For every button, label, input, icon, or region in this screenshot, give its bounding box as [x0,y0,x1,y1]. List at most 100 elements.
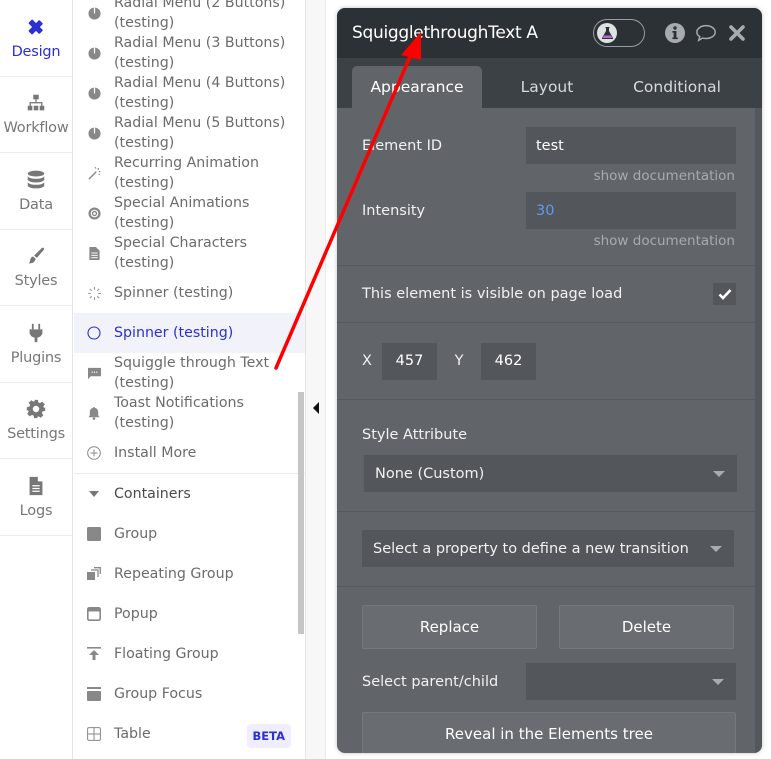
element-id-row: Element ID test [337,108,762,164]
intensity-input[interactable]: 30 [526,192,736,229]
element-group-focus[interactable]: Group Focus [74,674,305,714]
y-label: Y [454,353,464,369]
nav-logs-label: Logs [19,502,53,519]
element-id-label: Element ID [362,137,443,154]
parent-child-dropdown[interactable] [526,663,736,700]
element-special-characters[interactable]: Special Characters (testing) [74,233,305,273]
bell-icon [87,406,101,420]
style-attribute-dropdown[interactable]: None (Custom) [364,455,737,492]
x-label: X [362,353,372,369]
chevron-down-icon [712,678,724,685]
nav-logs[interactable]: Logs [0,459,72,536]
editor-tabs: Appearance Layout Conditional [337,58,762,108]
element-recurring-animation[interactable]: Recurring Animation (testing) [74,153,305,193]
nav-settings[interactable]: Settings [0,383,72,459]
tab-layout[interactable]: Layout [482,66,612,108]
info-icon[interactable] [664,22,686,44]
element-label: Group Focus [114,686,203,702]
element-label: Floating Group [114,646,219,662]
element-label: Toast Notifications [114,395,244,411]
y-input[interactable]: 462 [481,342,536,380]
element-table[interactable]: Table BETA [74,714,305,754]
comment-icon[interactable] [695,22,717,44]
transition-property-dropdown[interactable]: Select a property to define a new transi… [362,530,734,567]
intensity-doc-link[interactable]: show documentation [337,233,735,249]
nav-design[interactable]: Design [0,0,72,77]
element-id-input[interactable]: test [526,127,736,164]
intensity-row: Intensity 30 [337,184,762,229]
position-row: X 457 Y 462 [337,323,762,399]
element-label: Popup [114,606,158,622]
element-label: Special Characters [114,235,248,251]
intensity-label: Intensity [362,202,426,219]
element-label: Squiggle through Text [114,355,270,371]
close-icon[interactable] [726,22,748,44]
pie-chart-icon [87,126,101,140]
square-filled-icon [87,527,101,541]
plug-icon [29,323,43,342]
element-label: Special Animations [114,195,250,211]
element-sublabel: (testing) [114,95,175,111]
nav-styles-label: Styles [14,273,58,290]
checkmark-icon [718,289,731,300]
element-radial-menu-4[interactable]: Radial Menu (4 Buttons) (testing) [74,73,305,113]
tab-appearance[interactable]: Appearance [352,66,482,108]
visible-row: This element is visible on page load [337,266,761,322]
editor-scrollbar[interactable] [755,108,762,753]
paintbrush-icon [28,247,45,264]
x-input[interactable]: 457 [382,342,437,380]
document-icon [29,476,43,495]
element-radial-menu-3[interactable]: Radial Menu (3 Buttons) (testing) [74,33,305,73]
style-attribute-label: Style Attribute [362,427,468,443]
reveal-in-elements-tree-button[interactable]: Reveal in the Elements tree [362,712,736,753]
transition-placeholder: Select a property to define a new transi… [373,540,689,557]
element-radial-menu-5[interactable]: Radial Menu (5 Buttons) (testing) [74,113,305,153]
element-label: Install More [114,445,197,461]
element-id-doc-link[interactable]: show documentation [337,168,735,184]
elements-palette: Radial Menu (2 Buttons) (testing) Radial … [74,0,306,759]
nav-workflow-label: Workflow [3,120,69,137]
element-label: Radial Menu (5 Buttons) [114,115,286,131]
delete-button[interactable]: Delete [559,605,734,649]
parent-child-row: Select parent/child [337,649,762,700]
chevron-down-icon [710,545,722,552]
element-spinner-2[interactable]: Spinner (testing) [74,313,305,353]
replace-button[interactable]: Replace [362,605,537,649]
element-squiggle-through-text[interactable]: Squiggle through Text (testing) [74,353,305,393]
elements-scrollbar[interactable] [298,392,304,634]
caret-left-icon [312,401,319,414]
nav-data[interactable]: Data [0,153,72,230]
property-editor: SquigglethroughText A Appearance Layout … [337,8,762,753]
element-repeating-group[interactable]: Repeating Group [74,554,305,594]
left-navigation: Design Workflow Data Styles Plugins Sett… [0,0,73,759]
element-sublabel: (testing) [114,375,175,391]
flask-icon [597,23,617,43]
install-more-link[interactable]: Install More [74,433,305,473]
element-label: Radial Menu (4 Buttons) [114,75,286,91]
nav-styles[interactable]: Styles [0,230,72,306]
design-pencil-ruler-icon [28,19,43,35]
element-sublabel: (testing) [114,415,175,431]
nav-workflow[interactable]: Workflow [0,77,72,153]
element-radial-menu-2[interactable]: Radial Menu (2 Buttons) (testing) [74,0,305,33]
editor-body: Element ID test show documentation Inten… [337,108,762,753]
element-toast-notifications[interactable]: Toast Notifications (testing) [74,393,305,433]
visible-checkbox[interactable] [713,283,736,305]
nav-design-label: Design [11,43,61,60]
parent-child-label: Select parent/child [362,673,499,690]
element-spinner-1[interactable]: Spinner (testing) [74,273,305,313]
element-popup[interactable]: Popup [74,594,305,634]
pie-chart-icon [87,6,101,20]
element-special-animations[interactable]: Special Animations (testing) [74,193,305,233]
table-grid-icon [87,727,101,741]
collapse-panel-handle[interactable] [306,0,326,759]
element-group[interactable]: Group [74,514,305,554]
circle-outline-icon [87,326,101,340]
experimental-toggle[interactable] [593,19,645,47]
editor-header: SquigglethroughText A [337,8,762,58]
stacked-squares-icon [87,567,101,581]
section-containers[interactable]: Containers [74,474,305,514]
nav-plugins[interactable]: Plugins [0,306,72,383]
tab-conditional[interactable]: Conditional [612,66,742,108]
element-floating-group[interactable]: Floating Group [74,634,305,674]
